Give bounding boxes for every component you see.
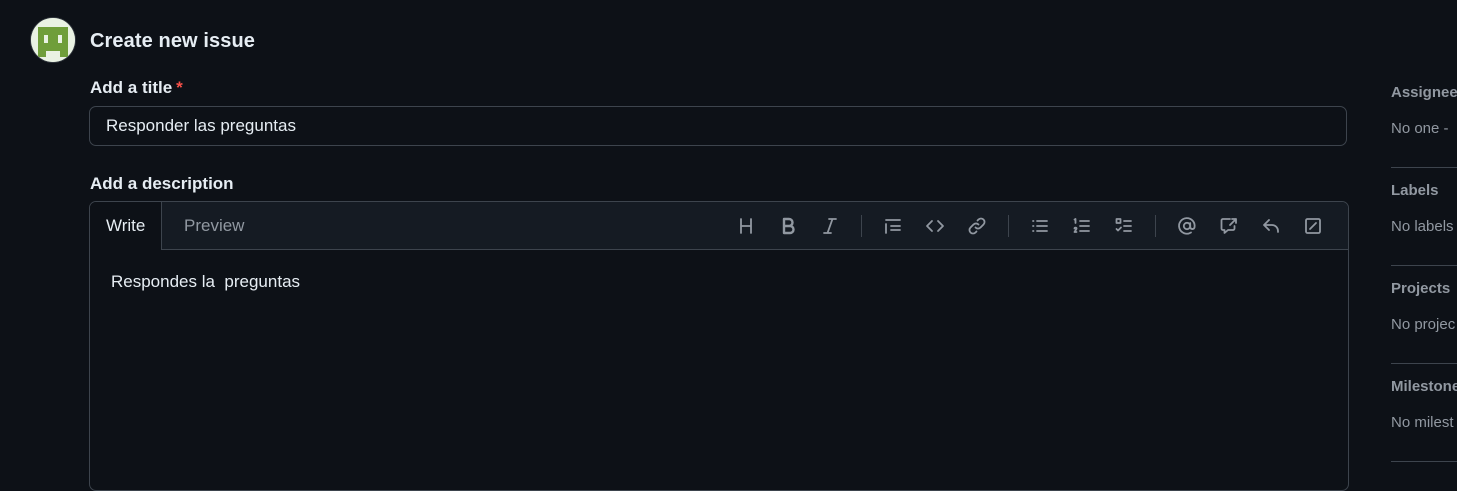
avatar[interactable]: [31, 18, 75, 62]
sidebar-title: Projects: [1391, 280, 1451, 297]
sidebar-section-labels[interactable]: Labels No labels: [1391, 168, 1457, 266]
title-label-text: Add a title: [90, 78, 173, 97]
link-icon[interactable]: [961, 210, 993, 242]
tab-write[interactable]: Write: [90, 202, 163, 250]
sidebar-title: Milestone: [1391, 378, 1457, 395]
quote-icon[interactable]: [877, 210, 909, 242]
sidebar-section-assignees[interactable]: Assignees No one -: [1391, 70, 1457, 168]
description-label: Add a description: [90, 174, 234, 193]
toolbar-divider: [1008, 214, 1009, 237]
italic-icon[interactable]: [814, 210, 846, 242]
slash-commands-icon[interactable]: [1297, 210, 1329, 242]
title-label: Add a title *: [90, 78, 183, 98]
code-icon[interactable]: [919, 210, 951, 242]
sidebar-value: No projec: [1391, 316, 1456, 333]
sidebar-section-milestone[interactable]: Milestone No milest: [1391, 364, 1457, 462]
sidebar-value: No labels: [1391, 218, 1454, 235]
page-title: Create new issue: [90, 30, 256, 52]
sidebar-title: Assignees: [1391, 84, 1457, 101]
sidebar-section-projects[interactable]: Projects No projec: [1391, 266, 1457, 364]
tab-preview[interactable]: Preview: [168, 202, 260, 249]
description-textarea[interactable]: Respondes la preguntas: [90, 250, 1348, 314]
description-editor: Write Preview Respondes la preguntas: [89, 201, 1349, 491]
bold-icon[interactable]: [772, 210, 804, 242]
sidebar-title: Labels: [1391, 182, 1439, 199]
title-input[interactable]: [89, 106, 1347, 146]
sidebar-value: No milest: [1391, 414, 1454, 431]
required-mark: *: [176, 78, 183, 97]
sidebar-value: No one -: [1391, 120, 1449, 137]
saved-replies-icon[interactable]: [1255, 210, 1287, 242]
reference-icon[interactable]: [1213, 210, 1245, 242]
mention-icon[interactable]: [1171, 210, 1203, 242]
toolbar-divider: [1155, 214, 1156, 237]
toolbar-divider: [861, 214, 862, 237]
ordered-list-icon[interactable]: [1066, 210, 1098, 242]
heading-icon[interactable]: [730, 210, 762, 242]
editor-header: Write Preview: [90, 202, 1348, 250]
unordered-list-icon[interactable]: [1024, 210, 1056, 242]
issue-sidebar: Assignees No one - Labels No labels Proj…: [1391, 70, 1457, 462]
task-list-icon[interactable]: [1108, 210, 1140, 242]
markdown-toolbar: [725, 202, 1334, 249]
identicon-icon: [31, 18, 75, 62]
